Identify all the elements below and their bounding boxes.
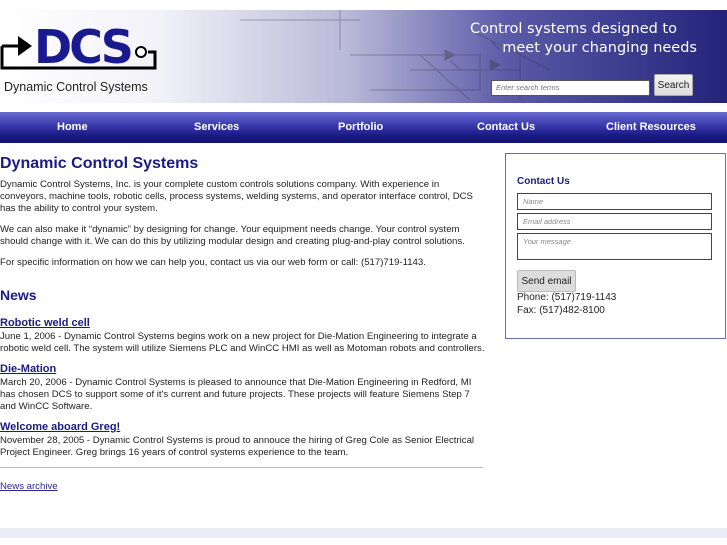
contact-paragraph: For specific information on how we can h… <box>0 257 426 268</box>
footer-bar <box>0 528 727 538</box>
tagline-line-1: Control systems designed to <box>469 21 677 37</box>
name-input[interactable]: Name <box>517 193 712 210</box>
nav-services[interactable]: Services <box>194 121 239 133</box>
dcs-logo: DCS <box>0 20 157 74</box>
main-content: Dynamic Control Systems Dynamic Control … <box>0 155 485 494</box>
nav-portfolio[interactable]: Portfolio <box>338 121 383 133</box>
main-nav: Home Services Portfolio Contact Us Clien… <box>0 112 727 143</box>
divider <box>0 467 483 468</box>
news-item: Robotic weld cell June 1, 2006 - Dynamic… <box>0 317 485 355</box>
phone-number: Phone: (517)719-1143 <box>517 292 617 303</box>
nav-contact-us[interactable]: Contact Us <box>477 121 535 133</box>
page-title: Dynamic Control Systems <box>0 155 199 172</box>
tagline: Control systems designed to meet your ch… <box>470 20 697 58</box>
contact-box: Contact Us Name Email address Your messa… <box>505 153 726 339</box>
svg-text:DCS: DCS <box>34 20 131 74</box>
company-name: Dynamic Control Systems <box>4 80 148 94</box>
message-textarea[interactable]: Your message <box>517 233 712 260</box>
contact-heading: Contact Us <box>517 176 570 187</box>
news-heading: News <box>0 287 37 303</box>
tagline-line-2: meet your changing needs <box>502 40 697 56</box>
news-title-link[interactable]: Robotic weld cell <box>0 317 485 329</box>
news-title-link[interactable]: Welcome aboard Greg! <box>0 421 485 433</box>
intro-paragraph: Dynamic Control Systems, Inc. is your co… <box>0 179 473 214</box>
news-item: Die-Mation March 20, 2006 - Dynamic Cont… <box>0 363 485 413</box>
fax-number: Fax: (517)482-8100 <box>517 304 605 316</box>
email-input[interactable]: Email address <box>517 213 712 230</box>
dynamic-paragraph: We can also make it “dynamic” by designi… <box>0 224 465 247</box>
news-body: March 20, 2006 - Dynamic Control Systems… <box>0 377 472 412</box>
nav-home[interactable]: Home <box>57 121 88 133</box>
send-email-button[interactable]: Send email <box>517 270 576 292</box>
search-input[interactable]: Enter search terms <box>491 80 650 96</box>
nav-client-resources[interactable]: Client Resources <box>606 121 696 133</box>
news-item: Welcome aboard Greg! November 28, 2005 -… <box>0 421 485 459</box>
news-body: November 28, 2005 - Dynamic Control Syst… <box>0 435 475 458</box>
news-title-link[interactable]: Die-Mation <box>0 363 485 375</box>
search-button[interactable]: Search <box>654 74 693 96</box>
news-archive-link[interactable]: News archive <box>0 481 58 492</box>
news-body: June 1, 2006 - Dynamic Control Systems b… <box>0 331 485 354</box>
